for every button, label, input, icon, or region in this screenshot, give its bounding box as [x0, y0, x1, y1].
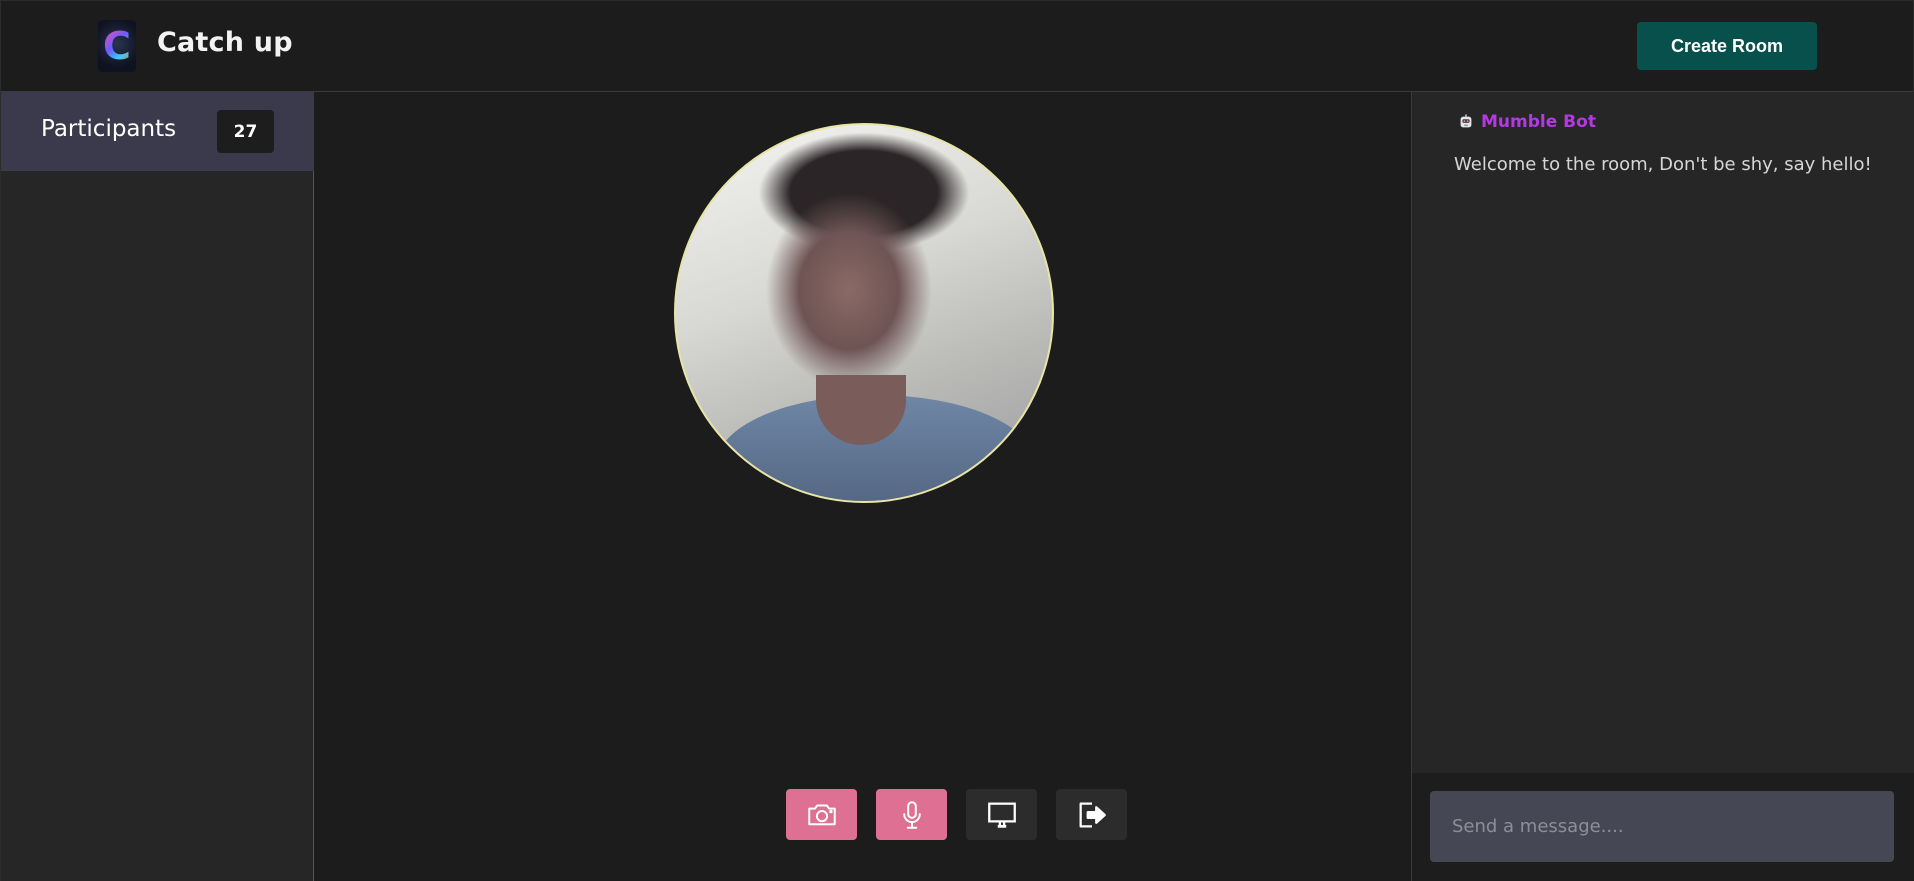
microphone-icon — [902, 800, 921, 829]
camera-icon — [807, 804, 836, 825]
create-room-button[interactable]: Create Room — [1637, 22, 1817, 70]
screen-share-button[interactable] — [966, 789, 1037, 840]
microphone-toggle-button[interactable] — [876, 789, 947, 840]
local-video-feed — [674, 123, 1054, 503]
participants-sidebar: Participants 27 — [0, 92, 314, 881]
video-stage — [315, 92, 1411, 881]
app-header: C Catch up Create Room — [0, 0, 1914, 92]
participants-label: Participants — [41, 116, 177, 142]
leave-room-icon — [1079, 802, 1106, 827]
message-input[interactable] — [1430, 791, 1894, 862]
app-title: Catch up — [157, 27, 293, 58]
leave-room-button[interactable] — [1056, 789, 1127, 840]
bot-name: Mumble Bot — [1481, 112, 1596, 132]
screen-share-icon — [987, 802, 1016, 828]
participants-header[interactable]: Participants 27 — [1, 92, 314, 171]
chat-input-area — [1412, 773, 1914, 881]
chat-message-text: Welcome to the room, Don't be shy, say h… — [1454, 154, 1872, 175]
bot-icon — [1460, 114, 1472, 128]
participants-count-badge: 27 — [217, 110, 274, 153]
chat-panel: Mumble Bot Welcome to the room, Don't be… — [1411, 92, 1914, 881]
chat-message-author: Mumble Bot — [1457, 112, 1596, 132]
logo-letter: C — [103, 24, 131, 68]
camera-toggle-button[interactable] — [786, 789, 857, 840]
call-controls — [786, 789, 1127, 841]
catch-up-logo-icon[interactable]: C — [98, 20, 136, 72]
